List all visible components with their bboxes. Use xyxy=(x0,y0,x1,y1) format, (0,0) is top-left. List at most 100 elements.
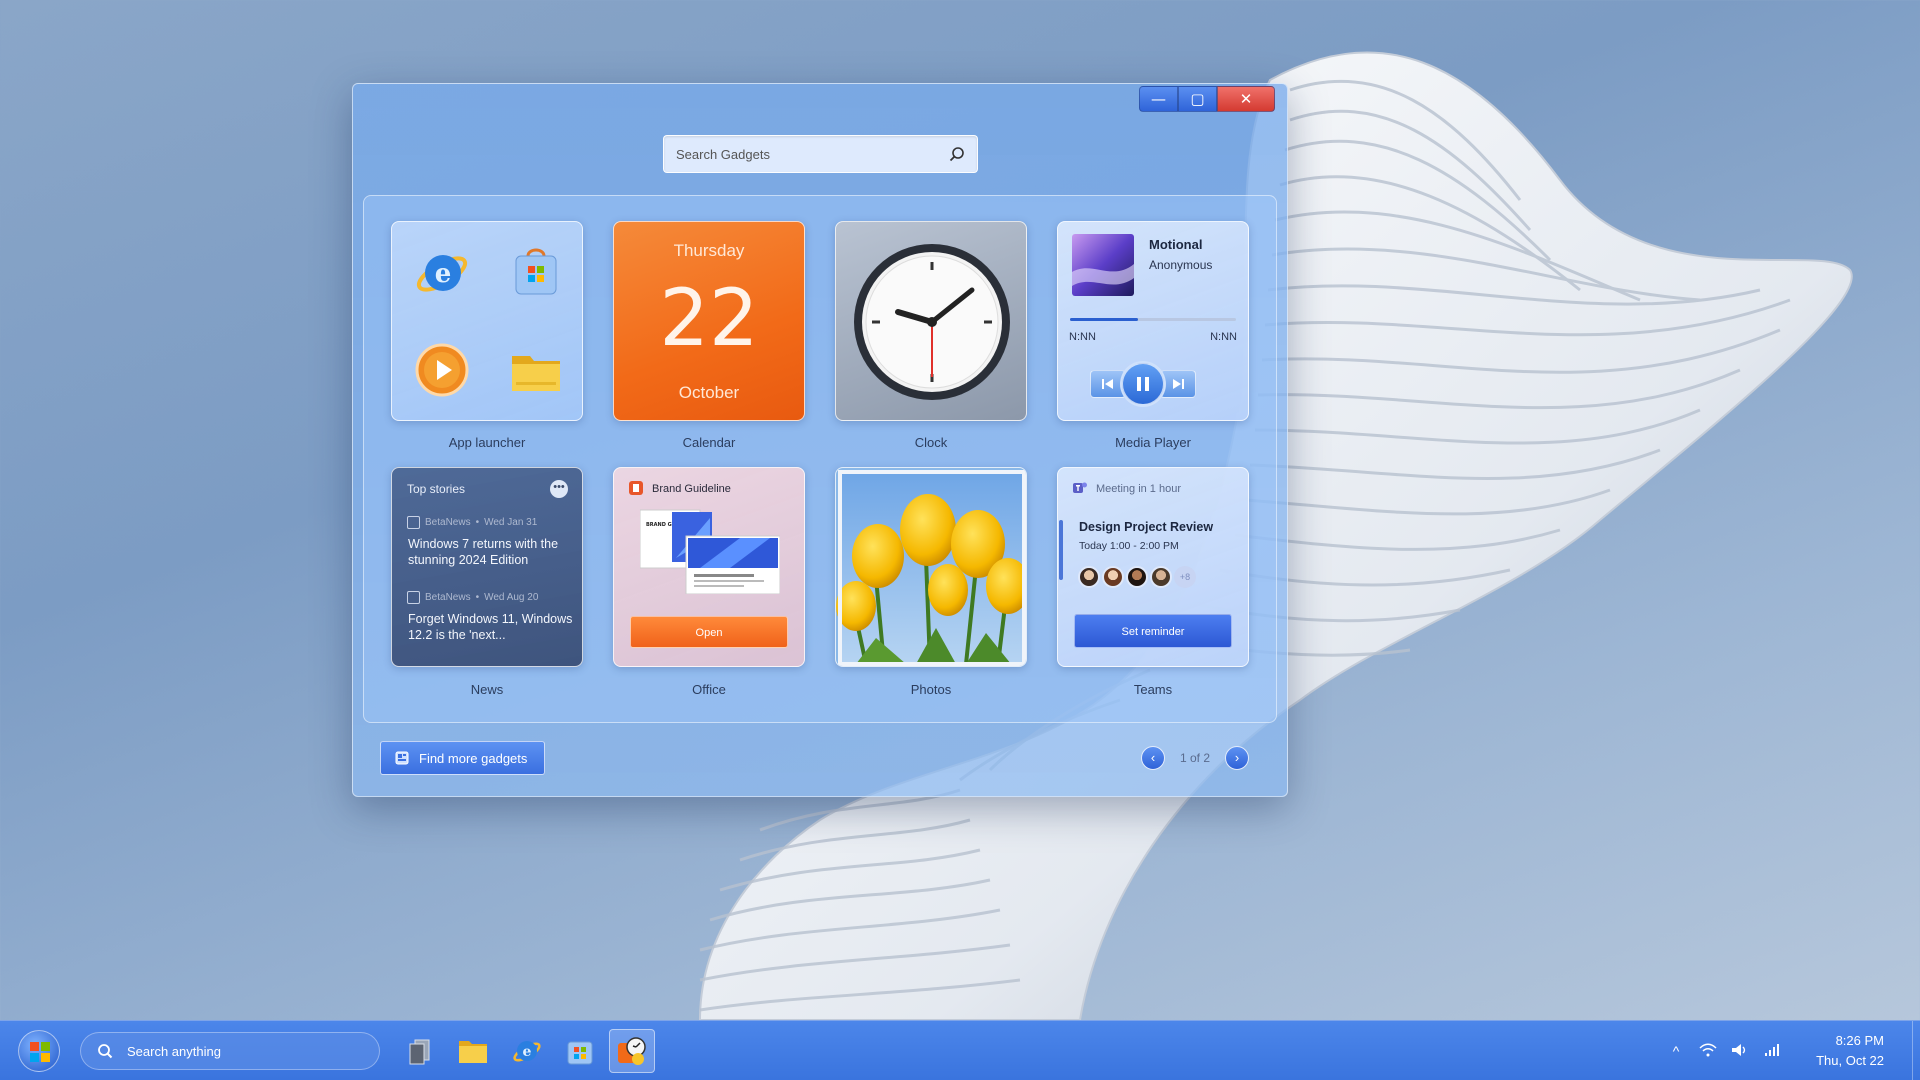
track-title: Motional xyxy=(1149,237,1203,252)
volume-icon[interactable] xyxy=(1724,1043,1756,1060)
calendar-month: October xyxy=(678,383,740,402)
show-hidden-icons-chevron[interactable]: ^ xyxy=(1660,1043,1692,1059)
news-source-name: BetaNews xyxy=(425,517,471,528)
attendee-avatars: +8 xyxy=(1078,566,1196,588)
find-more-gadgets-button[interactable]: Find more gadgets xyxy=(380,741,545,775)
store-icon[interactable] xyxy=(506,242,566,302)
meeting-notice: Meeting in 1 hour xyxy=(1096,483,1181,495)
next-page-button[interactable]: › xyxy=(1225,746,1249,770)
avatar xyxy=(1078,566,1100,588)
analog-clock-icon xyxy=(854,244,1010,400)
media-controls xyxy=(1090,363,1196,405)
search-icon xyxy=(98,1044,113,1059)
news-source: BetaNews • Wed Jan 31 xyxy=(407,516,537,529)
file-explorer-icon xyxy=(459,1041,487,1063)
time-elapsed: N:NN xyxy=(1069,331,1096,343)
ie-icon: e xyxy=(513,1041,541,1062)
gadgets-window: — ▢ ✕ e xyxy=(352,83,1288,797)
media-player-label: Media Player xyxy=(1115,435,1191,450)
calendar-gadget[interactable]: Thursday 22 October xyxy=(613,221,805,421)
office-gadget: Brand Guideline BRAND GUIDELINE Open xyxy=(613,467,805,667)
taskbar-clock[interactable]: 8:26 PM Thu, Oct 22 xyxy=(1816,1031,1884,1071)
teams-gadget: Meeting in 1 hour Design Project Review … xyxy=(1057,467,1249,667)
search-gadgets-input[interactable] xyxy=(676,146,949,162)
news-source-name: BetaNews xyxy=(425,592,471,603)
calendar-day-number: 22 xyxy=(659,274,759,364)
gadgets-taskbar-button[interactable] xyxy=(609,1029,655,1073)
taskbar-search[interactable]: Search anything xyxy=(80,1032,380,1070)
show-desktop-button[interactable] xyxy=(1912,1021,1920,1080)
ie-icon[interactable]: e xyxy=(412,242,472,302)
window-controls: — ▢ ✕ xyxy=(1139,86,1275,112)
news-date: Wed Aug 20 xyxy=(484,592,539,603)
close-button[interactable]: ✕ xyxy=(1217,86,1275,112)
meeting-title: Design Project Review xyxy=(1079,520,1214,534)
file-explorer-button[interactable] xyxy=(450,1029,496,1073)
gadgets-icon xyxy=(618,1037,646,1065)
album-art xyxy=(1072,234,1134,296)
app-launcher-label: App launcher xyxy=(448,435,526,450)
network-signal-icon[interactable] xyxy=(1756,1043,1788,1060)
task-view-button[interactable] xyxy=(397,1029,443,1073)
minimize-button[interactable]: — xyxy=(1139,86,1178,112)
news-header: Top stories xyxy=(407,482,466,496)
time-total: N:NN xyxy=(1210,331,1237,343)
taskbar-time: 8:26 PM xyxy=(1835,1033,1884,1048)
teams-label: Teams xyxy=(1133,682,1173,697)
pause-icon xyxy=(1137,377,1149,391)
clock-gadget[interactable] xyxy=(835,221,1027,421)
meeting-accent-bar xyxy=(1059,520,1063,580)
maximize-button[interactable]: ▢ xyxy=(1178,86,1217,112)
tulips-photo xyxy=(836,470,1026,666)
calendar-label: Calendar xyxy=(682,435,736,450)
open-document-button[interactable]: Open xyxy=(630,616,788,648)
folder-icon[interactable] xyxy=(506,340,566,400)
news-headline[interactable]: Forget Windows 11, Windows 12.2 is the '… xyxy=(408,611,573,643)
taskbar-search-placeholder: Search anything xyxy=(127,1043,221,1059)
news-label: News xyxy=(470,682,504,697)
office-label: Office xyxy=(692,682,726,697)
previous-page-button[interactable]: ‹ xyxy=(1141,746,1165,770)
avatar xyxy=(1102,566,1124,588)
gadgets-panel: e App launcher Thursday 22 October Calen… xyxy=(363,195,1277,723)
taskbar-date: Thu, Oct 22 xyxy=(1816,1053,1884,1068)
start-button[interactable] xyxy=(18,1030,60,1072)
teams-icon xyxy=(1073,482,1087,493)
next-track-button[interactable] xyxy=(1160,370,1196,398)
wifi-icon[interactable] xyxy=(1692,1043,1724,1060)
search-gadgets-box[interactable] xyxy=(663,135,978,173)
more-options-button[interactable]: ••• xyxy=(550,480,568,498)
page-indicator: 1 of 2 xyxy=(1179,751,1211,765)
previous-track-button[interactable] xyxy=(1090,370,1126,398)
avatar xyxy=(1126,566,1148,588)
news-headline[interactable]: Windows 7 returns with the stunning 2024… xyxy=(408,536,573,568)
pause-button[interactable] xyxy=(1122,363,1164,405)
internet-explorer-button[interactable]: e xyxy=(504,1029,550,1073)
svg-text:e: e xyxy=(523,1044,532,1060)
news-source: BetaNews • Wed Aug 20 xyxy=(407,591,538,604)
progress-bar[interactable] xyxy=(1070,318,1236,321)
avatar xyxy=(1150,566,1172,588)
photos-gadget[interactable] xyxy=(835,467,1027,667)
office-icon xyxy=(629,481,643,495)
progress-fill xyxy=(1070,318,1139,321)
calendar-weekday: Thursday xyxy=(673,241,745,260)
windows-logo-icon xyxy=(30,1042,50,1062)
store-button[interactable] xyxy=(557,1029,603,1073)
news-gadget: Top stories ••• BetaNews • Wed Jan 31 Wi… xyxy=(391,467,583,667)
gadgets-gallery-icon xyxy=(395,751,409,765)
system-tray: ^ 8:26 PM Thu, Oct 22 xyxy=(1660,1021,1920,1080)
more-attendees-badge: +8 xyxy=(1174,566,1196,588)
document-thumbnail[interactable]: BRAND GUIDELINE xyxy=(640,508,780,594)
clock-label: Clock xyxy=(914,435,948,450)
svg-text:e: e xyxy=(435,259,452,289)
media-player-gadget: Motional Anonymous N:NN N:NN xyxy=(1057,221,1249,421)
news-date: Wed Jan 31 xyxy=(484,517,538,528)
set-reminder-button[interactable]: Set reminder xyxy=(1074,614,1232,648)
media-player-icon[interactable] xyxy=(412,340,472,400)
search-icon[interactable] xyxy=(949,146,965,162)
task-view-icon xyxy=(409,1039,430,1065)
news-source-icon xyxy=(407,516,420,529)
find-more-label: Find more gadgets xyxy=(419,750,528,766)
photos-label: Photos xyxy=(910,682,952,697)
